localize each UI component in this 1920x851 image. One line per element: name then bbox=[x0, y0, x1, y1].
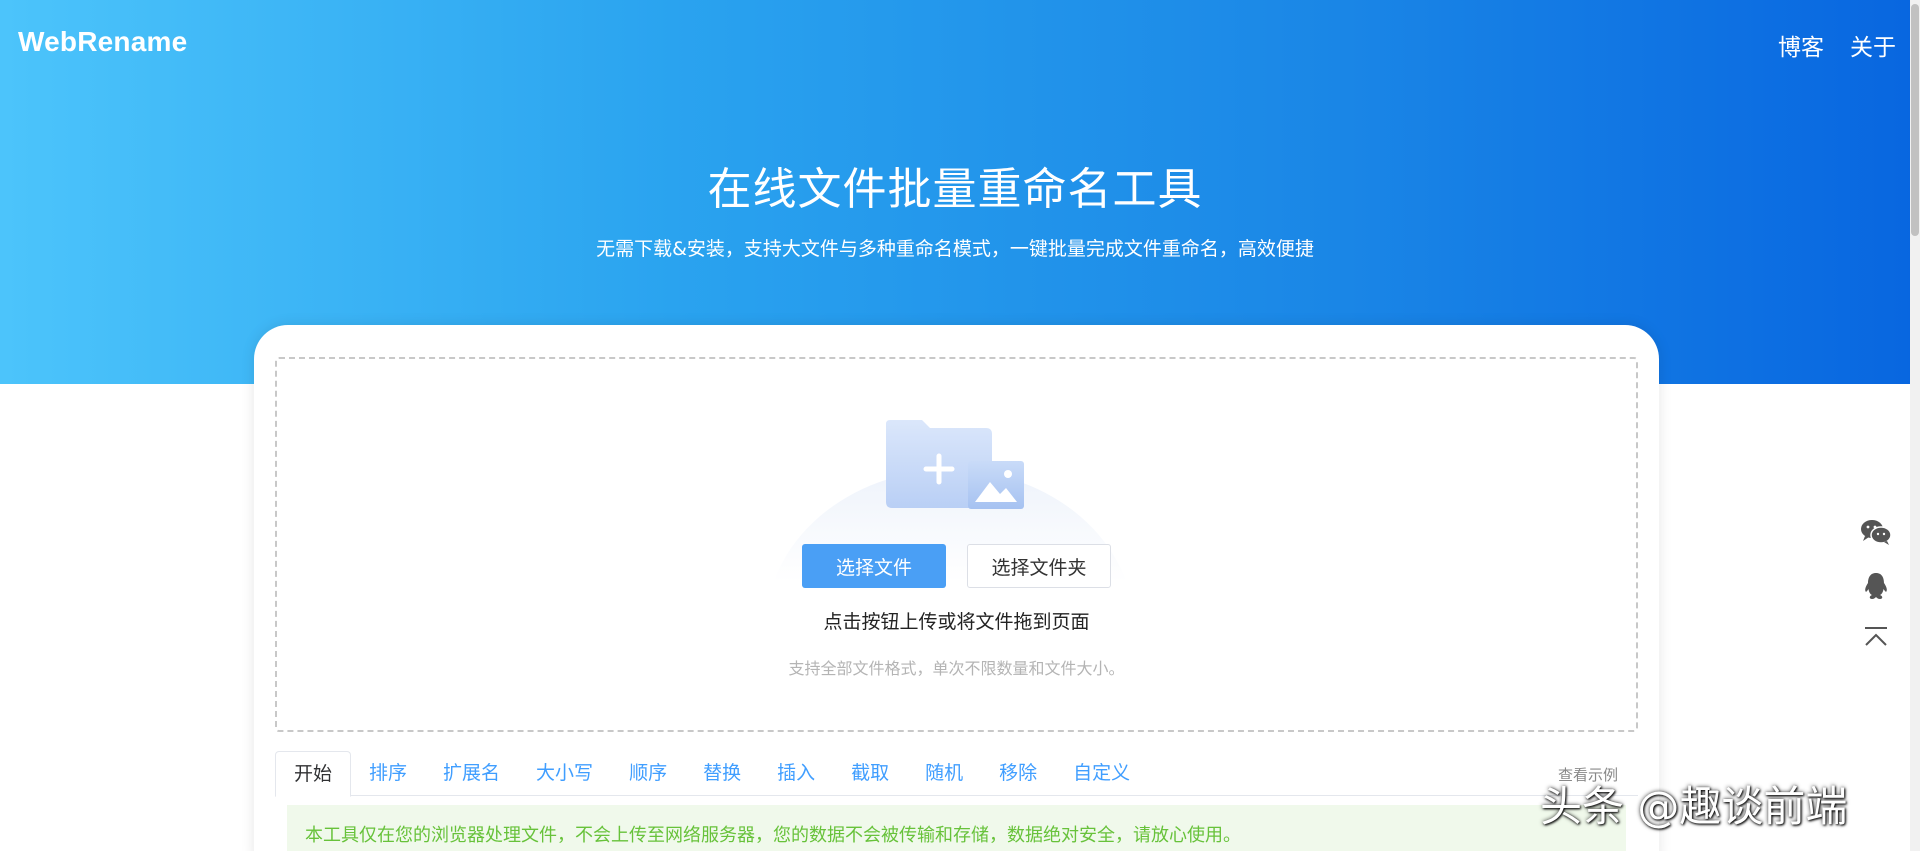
page-title: 在线文件批量重命名工具 bbox=[707, 164, 1203, 215]
upload-hint: 点击按钮上传或将文件拖到页面 bbox=[823, 611, 1090, 633]
rename-mode-tabs: 开始 排序 扩展名 大小写 顺序 替换 插入 截取 随机 移除 自定义 bbox=[275, 751, 1638, 797]
top-nav: 博客 关于 bbox=[1778, 28, 1896, 62]
tab-random[interactable]: 随机 bbox=[907, 751, 981, 796]
tab-extract[interactable]: 截取 bbox=[833, 751, 907, 796]
tab-remove[interactable]: 移除 bbox=[981, 751, 1055, 796]
tab-start[interactable]: 开始 bbox=[275, 751, 352, 797]
site-logo[interactable]: WebRename bbox=[18, 26, 187, 58]
tab-sort[interactable]: 排序 bbox=[351, 751, 425, 796]
image-icon bbox=[968, 461, 1024, 509]
upload-note: 支持全部文件格式，单次不限数量和文件大小。 bbox=[788, 659, 1125, 678]
watermark: 头条 @趣谈前端 bbox=[1540, 782, 1848, 831]
privacy-notice: 本工具仅在您的浏览器处理文件，不会上传至网络服务器，您的数据不会被传输和存储，数… bbox=[287, 805, 1626, 851]
tab-case[interactable]: 大小写 bbox=[518, 751, 611, 796]
scrollbar[interactable] bbox=[1910, 0, 1920, 851]
tab-replace[interactable]: 替换 bbox=[685, 751, 759, 796]
folder-add-icon bbox=[886, 420, 1024, 509]
tab-custom[interactable]: 自定义 bbox=[1055, 751, 1148, 796]
tab-extension[interactable]: 扩展名 bbox=[425, 751, 518, 796]
tab-order[interactable]: 顺序 bbox=[611, 751, 685, 796]
select-folder-button[interactable]: 选择文件夹 bbox=[967, 544, 1111, 588]
qq-icon[interactable] bbox=[1858, 572, 1894, 626]
nav-blog-link[interactable]: 博客 bbox=[1778, 28, 1824, 62]
wechat-icon[interactable] bbox=[1858, 518, 1894, 572]
back-to-top-icon[interactable] bbox=[1858, 626, 1894, 680]
scrollbar-thumb[interactable] bbox=[1911, 4, 1919, 236]
side-toolbar bbox=[1858, 518, 1894, 680]
tab-insert[interactable]: 插入 bbox=[759, 751, 833, 796]
select-files-button[interactable]: 选择文件 bbox=[802, 544, 946, 588]
nav-about-link[interactable]: 关于 bbox=[1850, 28, 1896, 62]
page-subtitle: 无需下载&安装，支持大文件与多种重命名模式，一键批量完成文件重命名，高效便捷 bbox=[596, 238, 1314, 260]
